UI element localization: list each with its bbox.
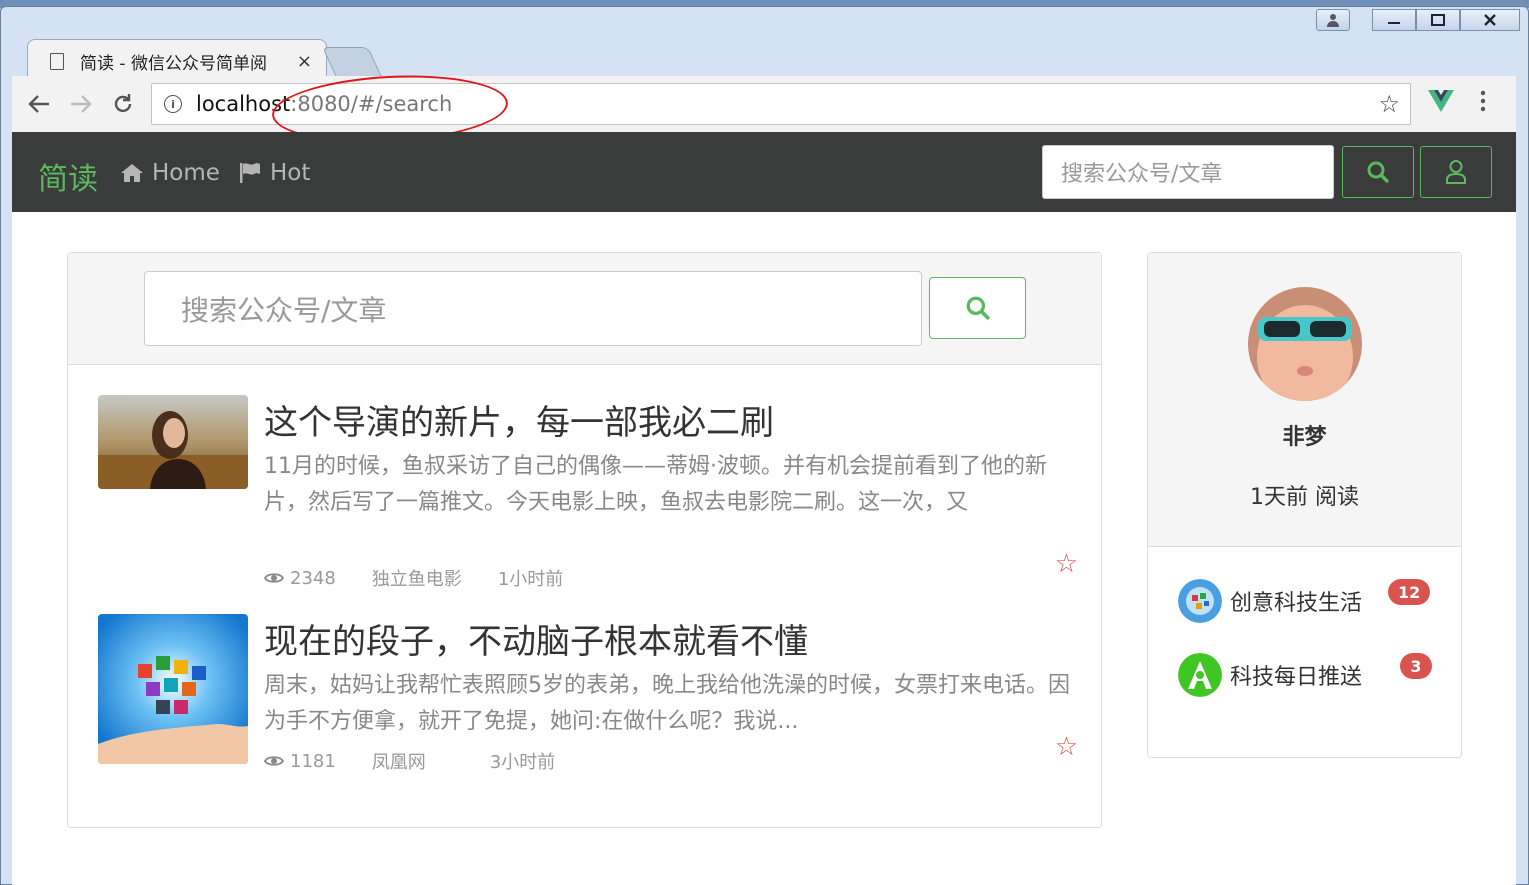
eye-icon xyxy=(264,573,284,583)
home-icon xyxy=(121,164,143,182)
search-icon xyxy=(966,296,990,320)
back-arrow-icon[interactable] xyxy=(18,83,60,125)
subscription-name: 创意科技生活 xyxy=(1230,591,1363,616)
more-menu-icon[interactable] xyxy=(1480,90,1486,112)
eye-icon xyxy=(264,756,284,766)
article-summary: 周末，姑妈让我帮忙表照顾5岁的表弟，晚上我给他洗澡的时候，女票打来电话。因为手不… xyxy=(264,673,1070,734)
navbar-user-button[interactable] xyxy=(1420,146,1492,198)
tab-close-icon[interactable]: × xyxy=(297,51,312,72)
article-title[interactable]: 现在的段子，不动脑子根本就看不懂 xyxy=(264,614,808,663)
profile-header: 非梦 1天前 阅读 xyxy=(1148,253,1461,547)
nav-hot-label: Hot xyxy=(270,160,311,186)
vue-devtools-icon[interactable] xyxy=(1428,90,1454,116)
user-icon xyxy=(1446,160,1466,184)
forward-arrow-icon[interactable] xyxy=(60,83,102,125)
subscription-item[interactable]: 创意科技生活 xyxy=(1178,579,1362,623)
search-panel-header: 搜索公众号/文章 xyxy=(68,253,1101,365)
subscription-item[interactable]: 科技每日推送 xyxy=(1178,653,1362,697)
main-search-input[interactable]: 搜索公众号/文章 xyxy=(144,271,922,346)
article-thumbnail[interactable] xyxy=(98,395,248,489)
profile-panel: 非梦 1天前 阅读 创意科技生活 12 科技每日推送 3 xyxy=(1147,252,1462,758)
channel-avatar-icon xyxy=(1178,579,1222,623)
flag-icon xyxy=(240,163,260,183)
article-summary: 11月的时候，鱼叔采访了自己的偶像——蒂姆·波顿。并有机会提前看到了他的新片，然… xyxy=(264,454,1047,515)
site-info-icon[interactable]: i xyxy=(164,95,182,113)
article-source[interactable]: 独立鱼电影 xyxy=(372,565,462,591)
favorite-star-icon[interactable]: ☆ xyxy=(1055,732,1078,762)
article-source[interactable]: 凤凰网 xyxy=(372,748,426,774)
view-count: 1181 xyxy=(264,751,336,772)
navbar-search-placeholder: 搜索公众号/文章 xyxy=(1061,162,1223,187)
view-count-value: 2348 xyxy=(290,567,336,589)
channel-avatar-icon xyxy=(1178,653,1222,697)
view-count-value: 1181 xyxy=(290,750,336,772)
search-results-panel: 搜索公众号/文章 这个导演的新片，每一部我必二刷 11月的时候，鱼叔采访了自己的… xyxy=(67,252,1102,828)
new-tab-button[interactable] xyxy=(322,47,382,77)
last-read-time: 1天前 阅读 xyxy=(1250,485,1359,510)
brand-logo[interactable]: 简读 xyxy=(38,154,98,198)
main-search-button[interactable] xyxy=(929,277,1026,339)
nav-hot-link[interactable]: Hot xyxy=(238,160,310,186)
article-thumbnail[interactable] xyxy=(98,614,248,764)
tab-title: 简读 - 微信公众号简单阅 xyxy=(80,54,267,74)
bookmark-star-icon[interactable]: ☆ xyxy=(1378,90,1400,118)
nav-home-link[interactable]: Home xyxy=(120,160,220,186)
article-title[interactable]: 这个导演的新片，每一部我必二刷 xyxy=(264,395,774,444)
tab-strip: 简读 - 微信公众号简单阅 × xyxy=(1,27,1528,83)
article-time: 3小时前 xyxy=(489,752,556,773)
reload-icon[interactable] xyxy=(102,83,144,125)
search-icon xyxy=(1367,161,1389,183)
username: 非梦 xyxy=(1282,425,1327,450)
favorite-star-icon[interactable]: ☆ xyxy=(1055,549,1078,579)
navbar-search-button[interactable] xyxy=(1342,146,1414,198)
main-search-placeholder: 搜索公众号/文章 xyxy=(181,293,387,327)
subscription-name: 科技每日推送 xyxy=(1230,665,1363,690)
view-count: 2348 xyxy=(264,568,336,589)
unread-count-badge: 12 xyxy=(1388,579,1431,605)
site-navbar: 简读 Home Hot 搜索公众号/文章 xyxy=(12,132,1516,212)
page-viewport: 简读 Home Hot 搜索公众号/文章 搜索公众号/文章 这个导演的新片，每一… xyxy=(12,132,1516,885)
avatar[interactable] xyxy=(1248,287,1362,401)
nav-home-label: Home xyxy=(152,160,220,186)
article-time: 1小时前 xyxy=(497,569,564,590)
browser-toolbar: i localhost:8080/#/search ☆ xyxy=(12,76,1516,132)
navbar-search-input[interactable]: 搜索公众号/文章 xyxy=(1042,145,1334,199)
unread-count-badge: 3 xyxy=(1400,653,1432,679)
document-icon xyxy=(50,53,64,70)
article-meta: 2348 独立鱼电影 1小时前 xyxy=(264,565,599,591)
article-meta: 1181 凤凰网 3小时前 xyxy=(264,748,591,774)
